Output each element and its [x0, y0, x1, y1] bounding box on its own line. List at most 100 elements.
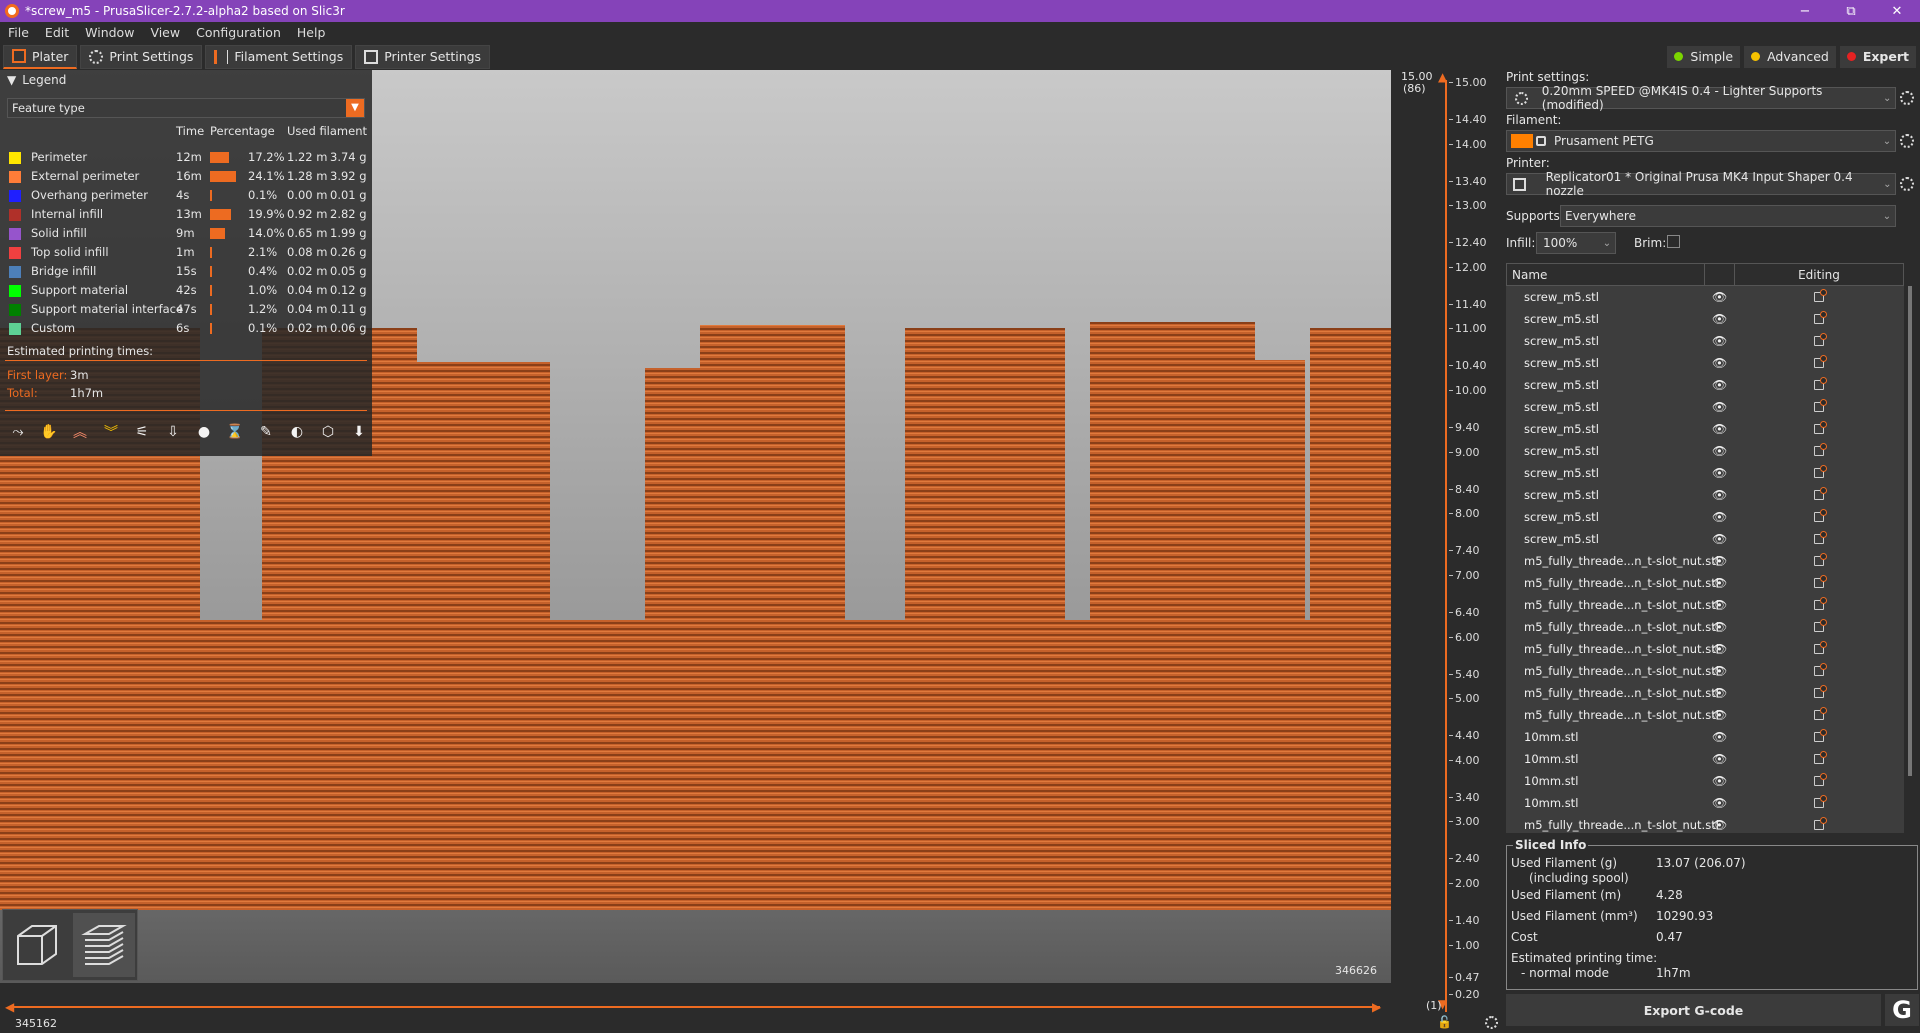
menu-file[interactable]: File: [0, 25, 37, 40]
brim-checkbox[interactable]: [1667, 235, 1680, 248]
object-list-scrollbar[interactable]: [1908, 286, 1912, 776]
eye-icon[interactable]: 👁: [1712, 774, 1727, 788]
edit-icon[interactable]: [1814, 729, 1827, 742]
infill-select[interactable]: 100% ⌄: [1536, 232, 1616, 254]
tool-marker-icon[interactable]: ⬇: [347, 420, 371, 444]
legend-header[interactable]: ▼ Legend: [0, 70, 372, 90]
object-list-item[interactable]: screw_m5.stl 👁: [1506, 286, 1904, 308]
object-list-item[interactable]: screw_m5.stl 👁: [1506, 330, 1904, 352]
edit-icon[interactable]: [1814, 817, 1827, 830]
3d-view-button[interactable]: [6, 913, 68, 977]
object-list-item[interactable]: m5_fully_threade...n_t-slot_nut.stl 👁: [1506, 814, 1904, 833]
object-list-item[interactable]: screw_m5.stl 👁: [1506, 484, 1904, 506]
legend-row[interactable]: Support material interface 47s 1.2% 0.04 m0…: [0, 300, 372, 319]
object-list-item[interactable]: screw_m5.stl 👁: [1506, 506, 1904, 528]
edit-icon[interactable]: [1814, 377, 1827, 390]
minimize-button[interactable]: −: [1782, 4, 1828, 19]
legend-row[interactable]: External perimeter 16m 24.1% 1.28 m 3.92 g: [0, 167, 372, 186]
preview-button[interactable]: [72, 913, 135, 977]
color-changes-icon[interactable]: ●: [192, 420, 216, 444]
legend-row[interactable]: Bridge infill 15s 0.4% 0.02 m 0.05 g: [0, 262, 372, 281]
eye-icon[interactable]: 👁: [1712, 510, 1727, 524]
object-list-item[interactable]: 10mm.stl 👁: [1506, 792, 1904, 814]
legend-row[interactable]: Perimeter 12m 17.2% 1.22 m 3.74 g: [0, 148, 372, 167]
legend-row[interactable]: Overhang perimeter 4s 0.1% 0.00 m 0.01 g: [0, 186, 372, 205]
object-list-item[interactable]: m5_fully_threade...n_t-slot_nut.stl 👁: [1506, 638, 1904, 660]
edit-icon[interactable]: [1814, 311, 1827, 324]
object-list-item[interactable]: screw_m5.stl 👁: [1506, 352, 1904, 374]
filament-combo[interactable]: Prusament PETG ⌄: [1506, 130, 1896, 152]
edit-icon[interactable]: [1814, 597, 1827, 610]
edit-icon[interactable]: [1814, 509, 1827, 522]
col-editing-header[interactable]: Editing: [1735, 264, 1903, 285]
object-list-item[interactable]: 10mm.stl 👁: [1506, 726, 1904, 748]
object-list-item[interactable]: m5_fully_threade...n_t-slot_nut.stl 👁: [1506, 550, 1904, 572]
edit-icon[interactable]: [1814, 707, 1827, 720]
custom-gcode-icon[interactable]: ✎: [254, 420, 278, 444]
eye-icon[interactable]: 👁: [1712, 620, 1727, 634]
eye-icon[interactable]: 👁: [1712, 554, 1727, 568]
object-list-item[interactable]: 10mm.stl 👁: [1506, 770, 1904, 792]
eye-icon[interactable]: 👁: [1712, 796, 1727, 810]
eye-icon[interactable]: 👁: [1712, 708, 1727, 722]
vertical-layer-slider[interactable]: 15.00 (86) ▲ ▼ (1) 🔓 15.00 14.40 14.00 13.4…: [1391, 70, 1503, 1033]
eye-icon[interactable]: 👁: [1712, 444, 1727, 458]
filament-gear-icon[interactable]: [1900, 134, 1914, 148]
export-gcode-button[interactable]: Export G-code: [1506, 994, 1881, 1026]
object-list-item[interactable]: m5_fully_threade...n_t-slot_nut.stl 👁: [1506, 616, 1904, 638]
eye-icon[interactable]: 👁: [1712, 642, 1727, 656]
eye-icon[interactable]: 👁: [1712, 400, 1727, 414]
close-button[interactable]: ✕: [1874, 4, 1920, 19]
print-settings-gear-icon[interactable]: [1900, 91, 1914, 105]
edit-icon[interactable]: [1814, 465, 1827, 478]
eye-icon[interactable]: 👁: [1712, 378, 1727, 392]
object-list-item[interactable]: 10mm.stl 👁: [1506, 748, 1904, 770]
maximize-button[interactable]: ⧉: [1828, 4, 1874, 19]
object-list-item[interactable]: m5_fully_threade...n_t-slot_nut.stl 👁: [1506, 594, 1904, 616]
pause-prints-icon[interactable]: ⌛: [223, 420, 247, 444]
object-list-item[interactable]: m5_fully_threade...n_t-slot_nut.stl 👁: [1506, 572, 1904, 594]
mode-advanced-button[interactable]: Advanced: [1744, 45, 1836, 68]
retractions-icon[interactable]: ︽: [68, 420, 92, 444]
travel-icon[interactable]: ⤳: [6, 420, 30, 444]
eye-icon[interactable]: 👁: [1712, 532, 1727, 546]
object-list-item[interactable]: m5_fully_threade...n_t-slot_nut.stl 👁: [1506, 704, 1904, 726]
tab-printer-settings[interactable]: Printer Settings: [355, 44, 491, 69]
legend-row[interactable]: Internal infill 13m 19.9% 0.92 m 2.82 g: [0, 205, 372, 224]
eye-icon[interactable]: 👁: [1712, 686, 1727, 700]
tab-plater[interactable]: Plater: [3, 44, 78, 69]
edit-icon[interactable]: [1814, 751, 1827, 764]
legend-row[interactable]: Custom 6s 0.1% 0.02 m 0.06 g: [0, 319, 372, 338]
horizontal-move-slider[interactable]: 346626 345162 ◀ ▶: [0, 964, 1391, 1033]
tab-print-settings[interactable]: Print Settings: [80, 44, 203, 69]
tab-filament-settings[interactable]: Filament Settings: [205, 44, 353, 69]
edit-icon[interactable]: [1814, 289, 1827, 302]
edit-icon[interactable]: [1814, 795, 1827, 808]
menu-edit[interactable]: Edit: [37, 25, 77, 40]
edit-icon[interactable]: [1814, 399, 1827, 412]
menu-view[interactable]: View: [142, 25, 188, 40]
mode-simple-button[interactable]: Simple: [1667, 45, 1741, 68]
vslider-top-thumb[interactable]: ▲: [1438, 70, 1447, 84]
eye-icon[interactable]: 👁: [1712, 312, 1727, 326]
edit-icon[interactable]: [1814, 443, 1827, 456]
col-name-header[interactable]: Name: [1507, 264, 1705, 285]
eye-icon[interactable]: 👁: [1712, 664, 1727, 678]
eye-icon[interactable]: 👁: [1712, 422, 1727, 436]
object-list-item[interactable]: screw_m5.stl 👁: [1506, 462, 1904, 484]
eye-icon[interactable]: 👁: [1712, 488, 1727, 502]
eye-icon[interactable]: 👁: [1712, 290, 1727, 304]
printer-gear-icon[interactable]: [1900, 177, 1914, 191]
edit-icon[interactable]: [1814, 333, 1827, 346]
edit-icon[interactable]: [1814, 531, 1827, 544]
edit-icon[interactable]: [1814, 663, 1827, 676]
object-list-item[interactable]: screw_m5.stl 👁: [1506, 374, 1904, 396]
eye-icon[interactable]: 👁: [1712, 598, 1727, 612]
legend-row[interactable]: Solid infill 9m 14.0% 0.65 m 1.99 g: [0, 224, 372, 243]
eye-icon[interactable]: 👁: [1712, 356, 1727, 370]
object-list-item[interactable]: screw_m5.stl 👁: [1506, 418, 1904, 440]
seams-icon[interactable]: ⚟: [130, 420, 154, 444]
eye-icon[interactable]: 👁: [1712, 730, 1727, 744]
lock-icon[interactable]: 🔓: [1437, 1015, 1452, 1029]
deretractions-icon[interactable]: ︾: [99, 420, 123, 444]
